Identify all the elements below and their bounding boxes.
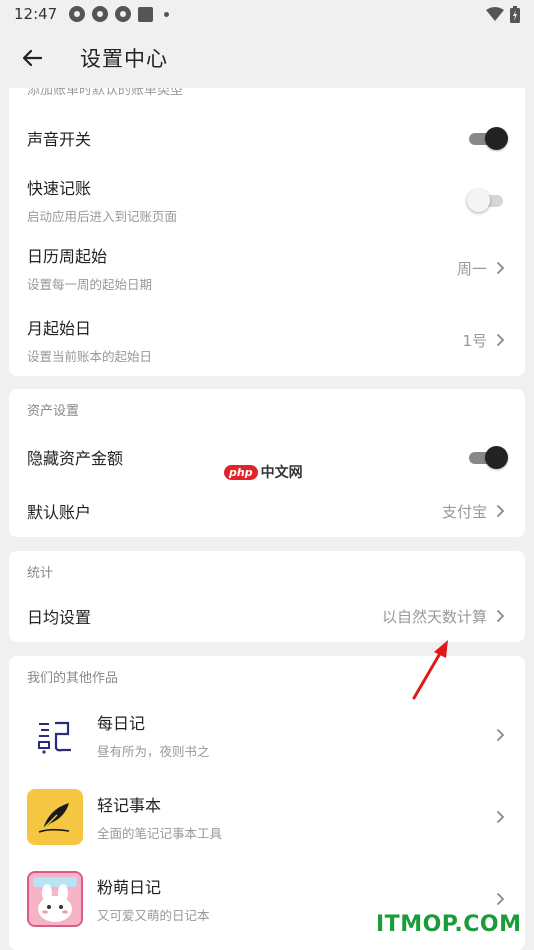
itmop-watermark: ITMOP.COM [376, 912, 522, 937]
status-right [486, 5, 520, 23]
fenmeng-icon [27, 871, 83, 927]
arrow-left-icon [22, 49, 42, 67]
battery-icon [510, 5, 520, 23]
calendar-week-start-row[interactable]: 日历周起始 设置每一周的起始日期 周一 [9, 242, 525, 294]
chevron-right-icon [493, 504, 507, 518]
default-account-row[interactable]: 默认账户 支付宝 [9, 487, 525, 535]
default-account-label: 默认账户 [27, 503, 92, 522]
chevron-right-icon [493, 333, 507, 347]
more-notifications-icon [164, 11, 170, 17]
wifi-icon [486, 7, 504, 21]
php-text: 中文网 [260, 465, 303, 481]
calendar-week-start-value: 周一 [456, 259, 487, 278]
status-time: 12:47 [14, 5, 58, 23]
red-arrow-icon [412, 640, 448, 700]
quick-bookkeeping-desc: 启动应用后进入到记账页面 [27, 209, 178, 224]
hide-asset-amount-toggle[interactable] [469, 445, 508, 469]
quick-bookkeeping-row[interactable]: 快速记账 启动应用后进入到记账页面 [9, 174, 525, 226]
sound-toggle[interactable] [469, 126, 508, 150]
sound-switch-row[interactable]: 声音开关 [9, 114, 525, 162]
asset-settings-heading: 资产设置 [27, 404, 80, 419]
statistics-heading: 统计 [27, 566, 54, 581]
app-desc: 全面的笔记记事本工具 [97, 826, 223, 841]
notification-square-icon [138, 6, 154, 22]
app-title: 每日记 [97, 714, 146, 733]
quick-bookkeeping-label: 快速记账 [27, 179, 92, 198]
app-bar: 设置中心 [0, 28, 534, 88]
chevron-right-icon [493, 892, 507, 906]
chevron-right-icon [493, 609, 507, 623]
back-button[interactable] [0, 28, 64, 88]
php-badge: php [224, 464, 258, 480]
chevron-right-icon [493, 728, 507, 742]
default-bill-type-subtitle: 添加账单时默认的账单类型 [27, 88, 184, 98]
app-title: 轻记事本 [97, 796, 162, 815]
php-watermark: php 中文网 [224, 462, 303, 482]
statistics-card: 统计 日均设置 以自然天数计算 [9, 551, 525, 642]
feather-icon [27, 789, 83, 845]
sound-switch-label: 声音开关 [27, 130, 92, 149]
default-account-value: 支付宝 [441, 502, 487, 521]
daily-average-label: 日均设置 [27, 608, 92, 627]
status-bar: 12:47 [0, 0, 534, 28]
page-title: 设置中心 [80, 47, 168, 71]
calendar-week-start-desc: 设置每一周的起始日期 [27, 277, 153, 292]
app-title: 粉萌日记 [97, 878, 162, 897]
calendar-week-start-label: 日历周起始 [27, 247, 108, 266]
daily-average-row[interactable]: 日均设置 以自然天数计算 [9, 593, 525, 639]
month-start-value: 1号 [462, 331, 487, 350]
month-start-label: 月起始日 [27, 319, 92, 338]
month-start-row[interactable]: 月起始日 设置当前账本的起始日 1号 [9, 314, 525, 366]
app-item-qingji[interactable]: 轻记事本 全面的笔记记事本工具 [9, 788, 525, 846]
notification-icon [115, 6, 132, 22]
general-settings-card: 添加账单时默认的账单类型 声音开关 快速记账 启动应用后进入到记账页面 日历周起… [9, 88, 525, 376]
app-item-meiriji[interactable]: 每日记 昼有所为，夜则书之 [9, 706, 525, 764]
notification-icon [69, 6, 86, 22]
notification-icons [69, 6, 170, 22]
notification-icon [92, 6, 109, 22]
chevron-right-icon [493, 261, 507, 275]
app-desc: 昼有所为，夜则书之 [97, 744, 210, 759]
month-start-desc: 设置当前账本的起始日 [27, 349, 153, 364]
quick-bookkeeping-toggle[interactable] [467, 188, 507, 212]
meiriji-icon [27, 707, 83, 763]
chevron-right-icon [493, 810, 507, 824]
daily-average-value: 以自然天数计算 [381, 607, 487, 626]
